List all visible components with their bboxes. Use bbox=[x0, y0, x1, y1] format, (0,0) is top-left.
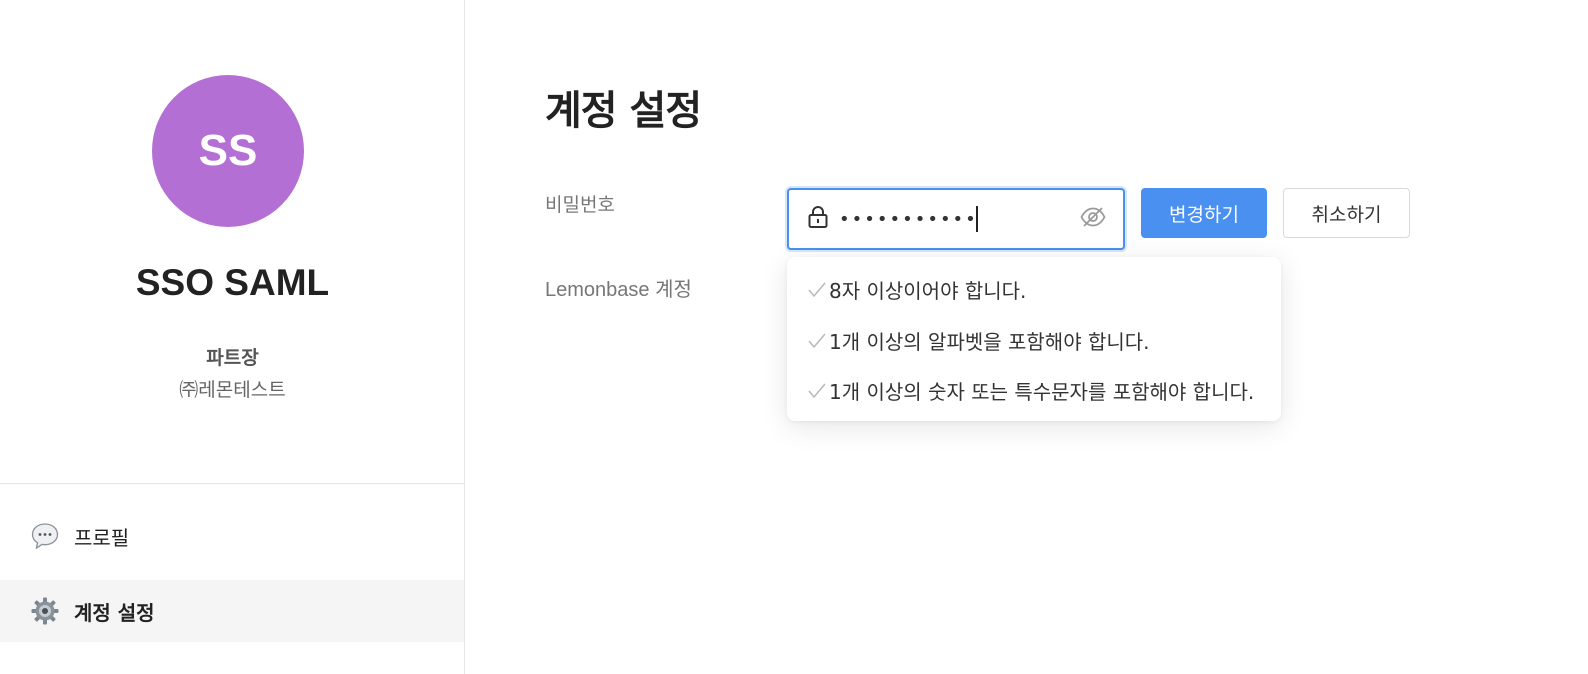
sidebar-item-account-settings[interactable]: 계정 설정 bbox=[0, 580, 464, 642]
user-company: ㈜레몬테스트 bbox=[179, 379, 286, 401]
page-title: 계정 설정 bbox=[545, 88, 702, 134]
password-rules-popover: 8자 이상이어야 합니다. 1개 이상의 알파벳을 포함해야 합니다. 1개 이… bbox=[787, 257, 1281, 421]
lemonbase-account-label: Lemonbase 계정 bbox=[545, 279, 692, 301]
password-rule: 8자 이상이어야 합니다. bbox=[807, 275, 1026, 304]
password-rule: 1개 이상의 숫자 또는 특수문자를 포함해야 합니다. bbox=[807, 376, 1254, 405]
password-rule: 1개 이상의 알파벳을 포함해야 합니다. bbox=[807, 326, 1150, 355]
avatar-initials: SS bbox=[198, 126, 258, 175]
sidebar-divider bbox=[0, 483, 464, 484]
check-icon bbox=[808, 282, 826, 297]
password-input[interactable]: ••••••••••• bbox=[839, 209, 978, 230]
user-role: 파트장 bbox=[206, 347, 259, 369]
password-field[interactable]: ••••••••••• bbox=[787, 188, 1125, 250]
gear-icon bbox=[30, 596, 60, 626]
password-rule-text: 8자 이상이어야 합니다. bbox=[829, 279, 1027, 303]
speech-bubble-icon bbox=[30, 521, 60, 551]
sidebar-item-profile[interactable]: 프로필 bbox=[0, 505, 464, 567]
sidebar-item-label: 프로필 bbox=[74, 525, 130, 550]
cancel-button[interactable]: 취소하기 bbox=[1283, 188, 1410, 238]
change-password-button[interactable]: 변경하기 bbox=[1141, 188, 1267, 238]
check-icon bbox=[808, 383, 826, 398]
eye-off-icon[interactable] bbox=[1079, 205, 1107, 233]
lock-icon bbox=[807, 205, 829, 233]
password-label: 비밀번호 bbox=[545, 194, 615, 216]
sidebar: SS SSO SAML 파트장 ㈜레몬테스트 프로필 계정 설정 bbox=[0, 0, 465, 674]
text-caret bbox=[975, 206, 978, 232]
user-name: SSO SAML bbox=[135, 262, 330, 303]
avatar: SS bbox=[152, 75, 304, 227]
password-rule-text: 1개 이상의 알파벳을 포함해야 합니다. bbox=[829, 330, 1150, 354]
sidebar-item-label: 계정 설정 bbox=[74, 600, 155, 625]
check-icon bbox=[808, 333, 826, 348]
password-rule-text: 1개 이상의 숫자 또는 특수문자를 포함해야 합니다. bbox=[829, 380, 1255, 404]
